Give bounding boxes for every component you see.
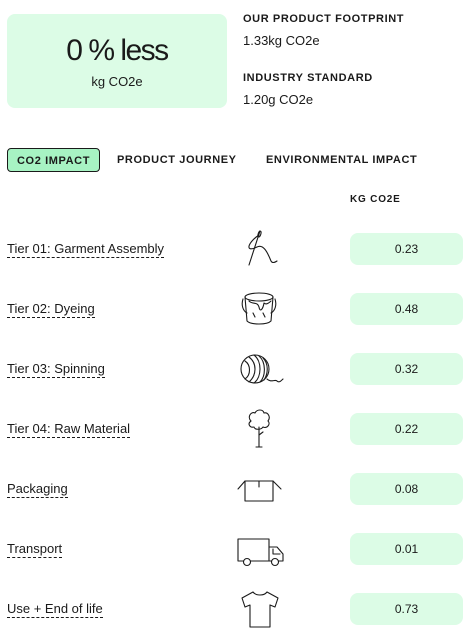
co2-value-packaging: 0.08 [350,473,463,505]
table-row: Packaging 0.08 [0,473,471,507]
tier-label-raw-material[interactable]: Tier 04: Raw Material [7,422,131,438]
product-footprint-block: OUR PRODUCT FOOTPRINT 1.33kg CO2e [243,13,404,48]
truck-icon [237,538,284,567]
tab-environmental-impact[interactable]: ENVIRONMENTAL IMPACT [266,148,417,172]
cotton-plant-icon [248,409,270,448]
industry-standard-label: INDUSTRY STANDARD [243,72,373,84]
product-footprint-value: 1.33kg CO2e [243,33,320,48]
industry-standard-block: INDUSTRY STANDARD 1.20g CO2e [243,72,373,107]
co2-value-spinning: 0.32 [350,353,463,385]
tier-label-garment-assembly[interactable]: Tier 01: Garment Assembly [7,242,165,258]
table-row: Tier 04: Raw Material 0.22 [0,409,471,448]
table-row: Tier 02: Dyeing 0.48 [0,292,471,327]
needle-thread-icon [248,230,278,266]
savings-value: 0 % less [66,34,169,67]
value-column-header: KG CO2E [350,194,401,205]
industry-standard-value: 1.20g CO2e [243,92,314,107]
table-row: Tier 01: Garment Assembly 0.23 [0,230,471,267]
co2-value-dyeing: 0.48 [350,293,463,325]
savings-summary-card: 0 % less kg CO2e [7,14,227,108]
tier-label-dyeing[interactable]: Tier 02: Dyeing [7,302,95,318]
tier-label-use-end-of-life[interactable]: Use + End of life [7,602,103,618]
yarn-ball-icon [240,354,284,384]
impact-tabs: CO2 IMPACT PRODUCT JOURNEY ENVIRONMENTAL… [7,148,467,174]
box-icon [237,480,282,502]
co2-value-garment-assembly: 0.23 [350,233,463,265]
co2-value-use-end-of-life: 0.73 [350,593,463,625]
savings-unit: kg CO2e [91,74,143,89]
table-row: Use + End of life 0.73 [0,591,471,628]
table-row: Transport 0.01 [0,533,471,567]
product-footprint-label: OUR PRODUCT FOOTPRINT [243,13,405,25]
tier-label-transport[interactable]: Transport [7,542,63,558]
tab-product-journey[interactable]: PRODUCT JOURNEY [117,148,237,172]
co2-value-transport: 0.01 [350,533,463,565]
tier-label-spinning[interactable]: Tier 03: Spinning [7,362,105,378]
paint-bucket-icon [241,292,277,325]
tshirt-icon [241,591,279,628]
tab-co2-impact[interactable]: CO2 IMPACT [7,148,101,172]
co2-value-raw-material: 0.22 [350,413,463,445]
table-row: Tier 03: Spinning 0.32 [0,353,471,387]
tier-label-packaging[interactable]: Packaging [7,482,68,498]
